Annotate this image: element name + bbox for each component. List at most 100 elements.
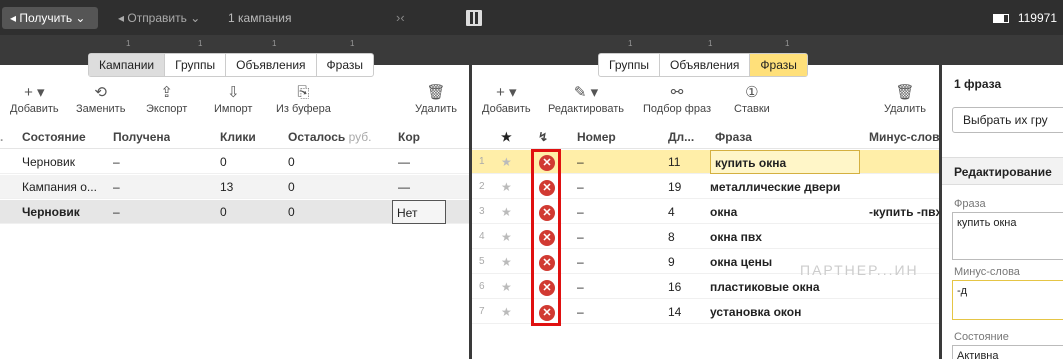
row-number: – [577,255,584,269]
row-status: Кампания о... [22,180,97,194]
row-phrase[interactable]: купить окна [710,150,860,174]
col-number[interactable]: Номер [577,125,616,149]
star-icon[interactable]: ★ [501,150,512,174]
tab-phrases[interactable]: Фразы [750,54,807,76]
row-length: 8 [668,230,675,244]
row-number: – [577,305,584,319]
minus-words-label: Минус-слова [954,266,1020,278]
replace-icon: ⟲ [94,84,107,101]
row-left: 0 [288,155,295,169]
col-kor[interactable]: Кор [398,125,420,149]
delete-button[interactable]: 🗑 Удалить [415,83,457,115]
edit-button[interactable]: ✎ ▾ Редактировать [548,83,624,115]
choose-groups-button[interactable]: Выбрать их гру [952,107,1063,133]
account-info[interactable]: 119971 [992,7,1057,29]
add-label: Добавить [482,103,531,115]
tick: 1 [708,39,713,48]
row-received: – [113,205,120,219]
col-clicks[interactable]: Клики [220,125,256,149]
bids-button[interactable]: ① Ставки [734,83,770,115]
col-status[interactable]: Состояние [22,125,86,149]
row-index: 1 [479,156,485,167]
top-toolbar: ◂ Получить ⌄ ◂ Отправить ⌄ 1 кампания ›‹… [0,0,1063,35]
phrase-picker-button[interactable]: ⚯ Подбор фраз [643,83,711,115]
star-icon[interactable]: ★ [501,300,512,324]
star-icon[interactable]: ★ [501,250,512,274]
row-length: 16 [668,280,682,294]
edit-label: Редактировать [548,103,624,115]
col-left[interactable]: Осталось руб. [288,125,371,149]
star-column-icon[interactable]: ★ [501,125,512,149]
add-label: Добавить [10,103,59,115]
minus-words-field[interactable]: -д [952,280,1063,320]
phrase-label: Фраза [954,198,986,210]
star-icon[interactable]: ★ [501,275,512,299]
table-row[interactable]: Черновик – 0 0 Нет [0,200,469,224]
col-minus[interactable]: Минус-слов [869,125,939,149]
star-icon[interactable]: ★ [501,175,512,199]
row-kor: — [398,180,410,194]
row-minus [869,175,939,199]
row-index: 7 [479,306,485,317]
tick: 1 [350,39,355,48]
add-button[interactable]: + ▾ Добавить [482,83,531,115]
campaigns-panel: Кампании Группы Объявления Фразы + ▾ Доба… [0,53,469,359]
add-button[interactable]: + ▾ Добавить [10,83,59,115]
editing-section: Редактирование [942,157,1063,185]
send-button[interactable]: ◂ Отправить ⌄ [110,7,208,29]
row-phrase: окна пвх [710,230,762,244]
add-icon: + ▾ [24,84,45,101]
left-tabs: Кампании Группы Объявления Фразы [88,53,374,77]
tab-groups[interactable]: Группы [165,54,227,76]
col-left-unit: руб. [348,130,372,144]
delete-label: Удалить [884,103,926,115]
row-received: – [113,180,120,194]
import-button[interactable]: ⇩ Импорт [214,83,252,115]
col-left-label: Осталось [288,130,346,144]
delete-button[interactable]: 🗑 Удалить [884,83,926,115]
star-icon[interactable]: ★ [501,225,512,249]
row-number: – [577,155,584,169]
bids-icon: ① [745,84,759,101]
col-phrase[interactable]: Фраза [715,125,752,149]
import-label: Импорт [214,103,253,115]
import-icon: ⇩ [226,84,240,101]
row-kor-editor[interactable]: Нет [392,200,446,224]
state-label: Состояние [954,331,1009,343]
get-button[interactable]: ◂ Получить ⌄ [2,7,98,29]
phrase-field[interactable]: купить окна [952,212,1063,260]
export-button[interactable]: ⇪ Экспорт [146,83,187,115]
row-number: – [577,205,584,219]
bids-label: Ставки [734,103,770,115]
row-status: Черновик [22,155,75,169]
col-length[interactable]: Дл... [668,125,694,149]
tick: 1 [785,39,790,48]
table-header: ★ ↯ Номер Дл... Фраза Минус-слов [472,125,939,149]
tab-phrases[interactable]: Фразы [317,54,373,76]
tab-campaigns[interactable]: Кампании [89,54,166,76]
star-icon[interactable]: ★ [501,200,512,224]
row-length: 11 [668,155,681,169]
row-number: – [577,280,584,294]
tab-ads[interactable]: Объявления [660,54,751,76]
row-length: 19 [668,180,682,194]
mid-tabs: Группы Объявления Фразы [598,53,808,77]
state-field[interactable]: Активна [952,345,1063,359]
row-status: Черновик [22,205,80,219]
row-minus [869,225,939,249]
from-clipboard-button[interactable]: ⎘ Из буфера [276,83,331,115]
table-header: . Состояние Получена Клики Осталось руб.… [0,125,469,149]
replace-button[interactable]: ⟲ Заменить [76,83,125,115]
flag-column-icon[interactable]: ↯ [538,125,548,149]
collapse-icon[interactable]: ›‹ [388,7,413,29]
row-kor: — [398,155,410,169]
col-received[interactable]: Получена [113,125,170,149]
table-row[interactable]: Черновик – 0 0 — [0,150,469,174]
tab-groups[interactable]: Группы [599,54,660,76]
film-icon[interactable] [466,10,482,26]
mid-actions: + ▾ Добавить ✎ ▾ Редактировать ⚯ Подбор фра… [472,83,939,123]
delete-label: Удалить [415,103,457,115]
tab-ads[interactable]: Объявления [226,54,317,76]
export-icon: ⇪ [160,84,173,101]
table-row[interactable]: Кампания о... – 13 0 — [0,175,469,199]
